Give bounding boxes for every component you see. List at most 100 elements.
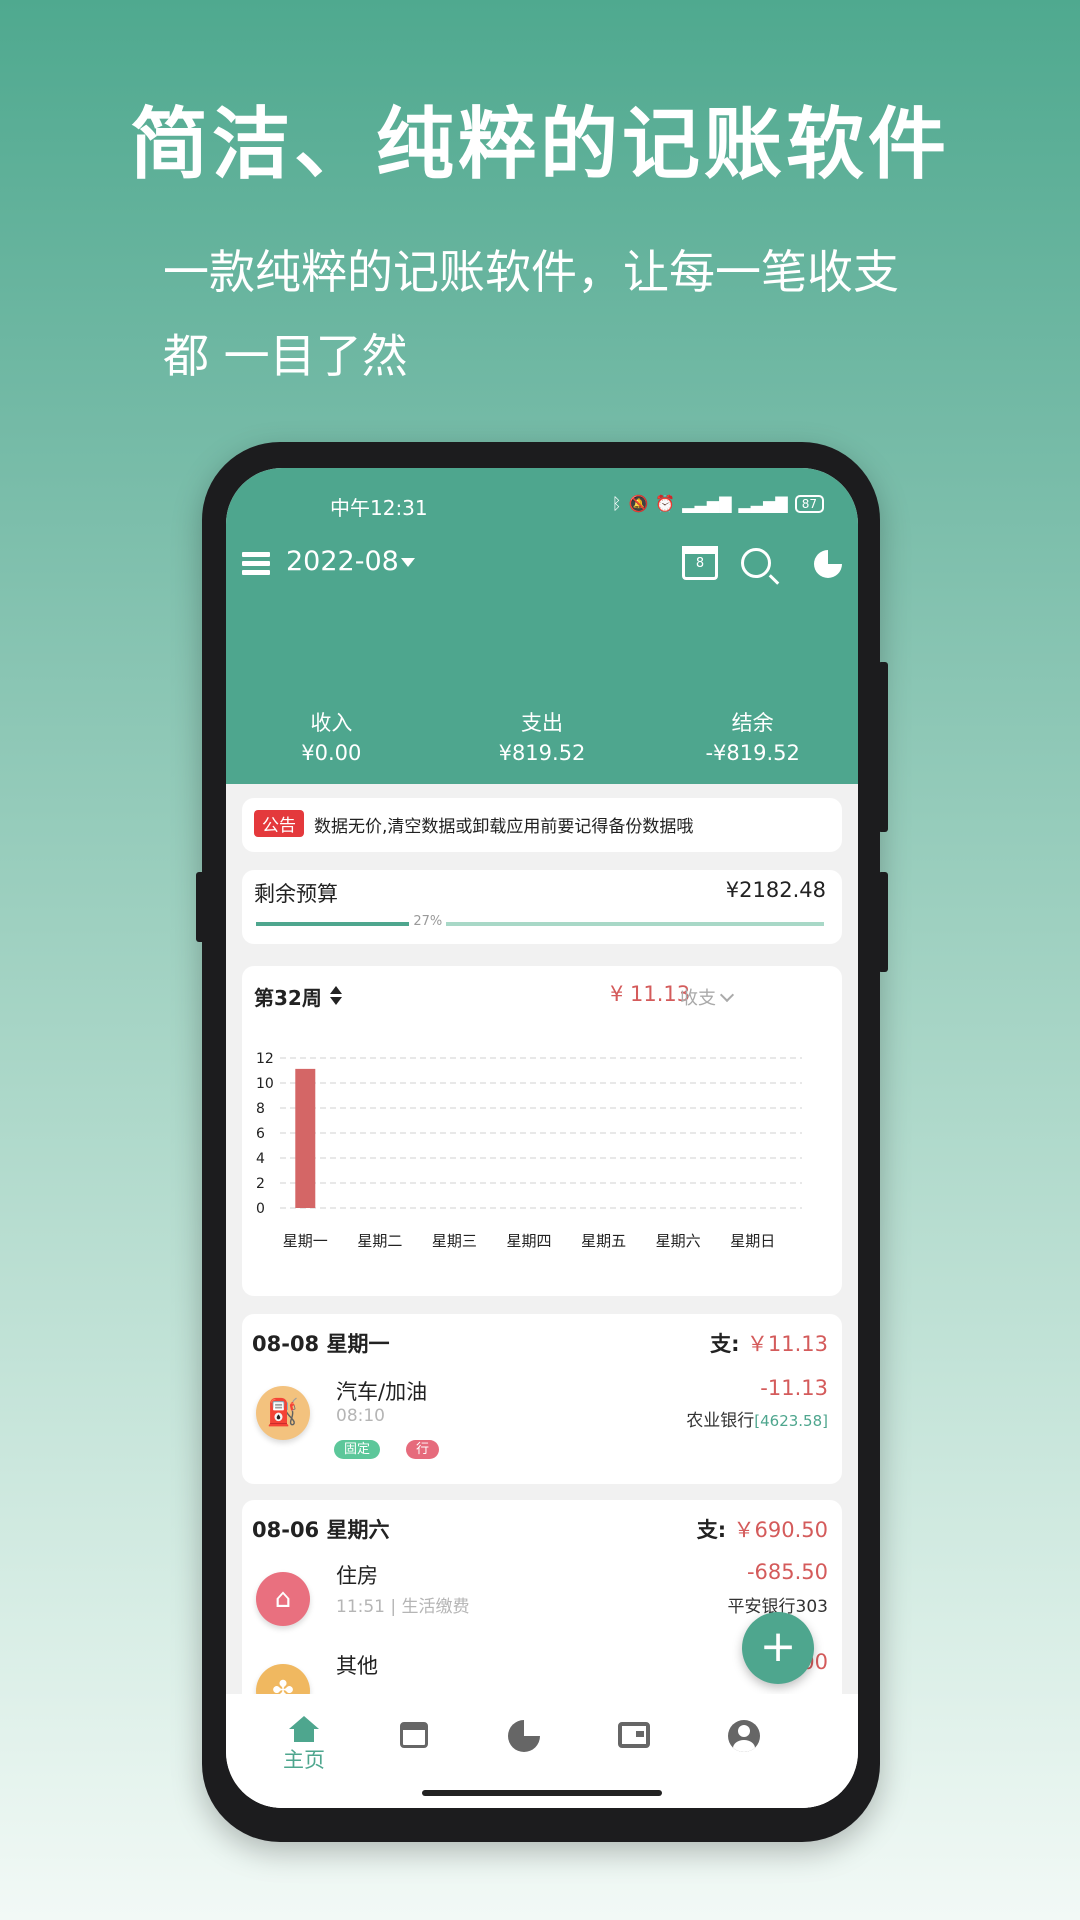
battery-icon: 87: [794, 494, 824, 513]
calendar-icon[interactable]: 8: [682, 546, 718, 580]
tag-chip: 行: [406, 1440, 440, 1459]
transaction-sub: 11:51 | 生活缴费: [336, 1597, 470, 1617]
account-balance: [4623.58]: [754, 1412, 828, 1430]
notice-tag: 公告: [254, 810, 304, 837]
search-icon[interactable]: [741, 548, 771, 578]
x-tick-label: 星期四: [506, 1232, 551, 1250]
pie-chart-icon[interactable]: [814, 550, 842, 578]
nav-profile[interactable]: [704, 1716, 784, 1752]
x-tick-label: 星期六: [656, 1232, 701, 1250]
income-summary: 收入 ¥0.00: [226, 708, 437, 768]
type-selector[interactable]: 收支: [680, 984, 735, 1010]
transaction-time: 11:51: [336, 1597, 385, 1617]
transaction-category: 生活缴费: [401, 1597, 470, 1617]
x-tick-label: 星期日: [730, 1232, 775, 1250]
account-name: 农业银行: [686, 1411, 755, 1431]
y-tick-label: 12: [256, 1051, 274, 1067]
chart-bar: [295, 1068, 316, 1208]
system-icons: ᛒ 🔕 ⏰ ▂▃▅▇ ▂▃▅▇ 87: [612, 494, 824, 513]
day-sum: 支: ￥11.13: [710, 1328, 828, 1358]
budget-label: 剩余预算: [254, 882, 338, 906]
income-value: ¥0.00: [301, 741, 362, 765]
side-button: [196, 872, 206, 942]
day-date: 08-08 星期一: [252, 1332, 390, 1356]
mute-icon: 🔕: [628, 494, 649, 513]
promo-subline: 一款纯粹的记账软件，让每一笔收支 都 一目了然: [163, 230, 963, 398]
day-date: 08-06 星期六: [252, 1518, 390, 1542]
pie-chart-icon: [508, 1720, 540, 1752]
home-icon: [289, 1716, 319, 1742]
balance-summary: 结余 -¥819.52: [647, 708, 858, 768]
power-button: [878, 872, 888, 972]
expense-value: ¥819.52: [498, 741, 586, 765]
weekly-bar-chart: 0 2 4 6 8 10 12 星期一 星期二 星期三 星期四 星期五 星期六 星期日: [256, 1051, 802, 1250]
add-transaction-button[interactable]: +: [742, 1612, 814, 1684]
toolbar: 2022-08 8: [226, 542, 858, 592]
status-time: 中午12:31: [330, 496, 428, 520]
day-card: 08-08 星期一 支: ￥11.13 ⛽ 汽车/加油 08:10 固定 行 -…: [242, 1314, 842, 1484]
y-tick-label: 8: [256, 1101, 265, 1117]
nav-home[interactable]: 主页: [264, 1716, 344, 1774]
x-tick-label: 星期五: [581, 1232, 626, 1250]
day-sum-label: 支:: [696, 1518, 727, 1542]
notice-card[interactable]: 公告 数据无价,清空数据或卸载应用前要记得备份数据哦: [242, 798, 842, 852]
menu-icon[interactable]: [242, 552, 270, 578]
day-sum-label: 支:: [710, 1332, 740, 1356]
transaction-account: 农业银行[4623.58]: [686, 1406, 828, 1431]
nav-calendar[interactable]: [374, 1716, 454, 1748]
transaction-amount: -685.50: [746, 1560, 828, 1584]
notice-text: 数据无价,清空数据或卸载应用前要记得备份数据哦: [314, 817, 694, 837]
x-tick-label: 星期一: [283, 1232, 328, 1250]
promo-subline-1: 一款纯粹的记账软件，让每一笔收支: [163, 245, 899, 299]
x-tick-label: 星期三: [432, 1232, 477, 1250]
month-selector[interactable]: 2022-08: [286, 546, 399, 577]
y-tick-label: 2: [256, 1176, 265, 1192]
expense-summary: 支出 ¥819.52: [437, 708, 648, 768]
signal-icon: ▂▃▅▇: [682, 494, 732, 513]
budget-card[interactable]: 剩余预算 ¥2182.48 27%: [242, 870, 842, 944]
transaction-time: 08:10: [336, 1406, 385, 1426]
promo-subline-2: 都 一目了然: [163, 329, 408, 383]
chevron-down-icon[interactable]: [401, 558, 415, 567]
transaction-title: 住房: [336, 1564, 378, 1588]
calendar-day: 8: [695, 556, 705, 571]
month-summary: 收入 ¥0.00 支出 ¥819.52 结余 -¥819.52: [226, 708, 858, 768]
chevron-down-icon: [719, 987, 735, 1003]
nav-home-label: 主页: [283, 1748, 325, 1772]
app-header: 中午12:31 ᛒ 🔕 ⏰ ▂▃▅▇ ▂▃▅▇ 87 2022-08 8 收入 …: [226, 468, 858, 784]
wallet-icon: [618, 1722, 650, 1748]
expense-label: 支出: [521, 711, 563, 735]
y-tick-label: 10: [256, 1076, 274, 1092]
budget-progress-fill: [256, 922, 410, 926]
day-sum: 支: ￥690.50: [697, 1514, 828, 1544]
transaction-title: 汽车/加油: [336, 1380, 428, 1404]
phone-screen: 中午12:31 ᛒ 🔕 ⏰ ▂▃▅▇ ▂▃▅▇ 87 2022-08 8 收入 …: [226, 468, 858, 1808]
status-bar: 中午12:31 ᛒ 🔕 ⏰ ▂▃▅▇ ▂▃▅▇ 87: [226, 490, 858, 520]
calendar-icon: [400, 1722, 428, 1748]
balance-label: 结余: [731, 711, 774, 735]
volume-button: [878, 662, 888, 832]
week-total: ¥ 11.13: [610, 982, 691, 1006]
nav-statistics[interactable]: [484, 1716, 564, 1752]
day-sum-value: ￥690.50: [733, 1518, 828, 1542]
y-tick-label: 4: [256, 1151, 265, 1167]
user-icon: [728, 1720, 760, 1752]
income-label: 收入: [310, 711, 353, 735]
gas-pump-icon: ⛽: [256, 1386, 310, 1440]
nav-wallet[interactable]: [594, 1716, 674, 1748]
budget-value: ¥2182.48: [725, 878, 826, 902]
x-tick-label: 星期二: [357, 1232, 402, 1250]
week-selector[interactable]: 第32周: [254, 982, 322, 1011]
day-sum-value: ￥11.13: [746, 1332, 828, 1356]
promo-headline: 简洁、纯粹的记账软件: [129, 100, 950, 190]
chart-card: 第32周 ¥ 11.13 收支 0 2 4 6 8 10 12 星期一 星期二 星期三 星期四 星期五…: [242, 966, 842, 1296]
type-selector-label: 收支: [680, 988, 716, 1009]
tag-chip: 固定: [334, 1440, 381, 1459]
transaction-amount: -11.13: [760, 1376, 828, 1400]
budget-progress: [256, 922, 824, 926]
y-tick-label: 6: [256, 1126, 265, 1142]
balance-value: -¥819.52: [705, 741, 800, 765]
budget-percent: 27%: [409, 914, 447, 929]
home-icon: ⌂: [256, 1572, 310, 1626]
alarm-icon: ⏰: [655, 494, 676, 513]
